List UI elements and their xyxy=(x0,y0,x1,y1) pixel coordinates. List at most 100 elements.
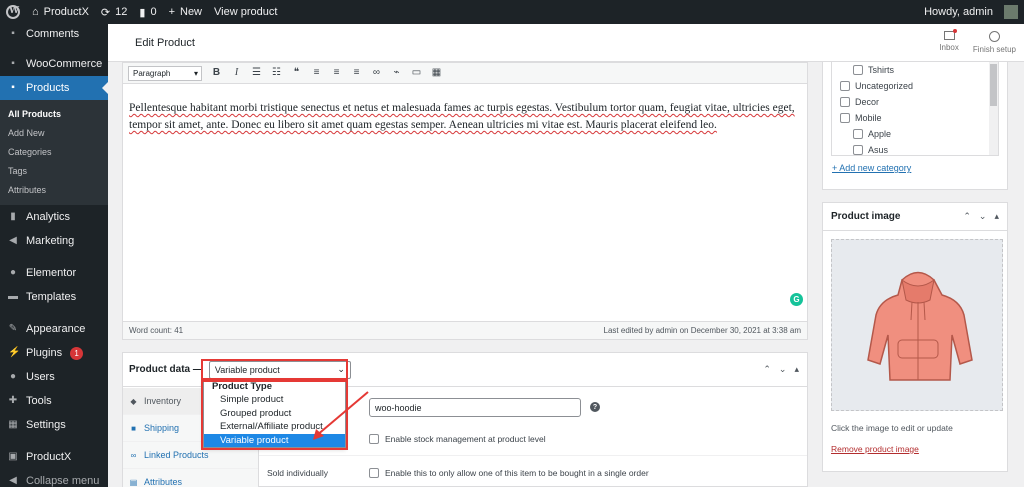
sold-individually-row: Enable this to only allow one of this it… xyxy=(369,468,649,478)
sidebar-item-tools[interactable]: ✚ Tools xyxy=(0,389,108,413)
sold-individually-checkbox[interactable] xyxy=(369,468,379,478)
remove-product-image-link[interactable]: Remove product image xyxy=(831,444,919,454)
annotation-highlight-dropdown xyxy=(201,378,348,450)
comments-icon: ▪ xyxy=(11,28,15,39)
numbered-list-icon[interactable]: ☷ xyxy=(271,68,282,78)
collapse-icon: ◀ xyxy=(9,475,17,486)
image-caption: Click the image to edit or update xyxy=(831,423,953,433)
product-data-title: Product data — xyxy=(129,364,203,375)
sidebar-item-templates[interactable]: ▬ Templates xyxy=(0,285,108,309)
submenu-all-products[interactable]: All Products xyxy=(0,104,108,123)
word-count: Word count: 41 xyxy=(129,326,184,335)
sidebar-item-plugins[interactable]: ⚡ Plugins 1 xyxy=(0,341,108,365)
marketing-icon: ◀ xyxy=(9,235,17,246)
category-item[interactable]: Uncategorized xyxy=(832,78,998,94)
sidebar-item-settings[interactable]: ▦ Settings xyxy=(0,413,108,437)
sidebar-item-elementor[interactable]: ● Elementor xyxy=(0,261,108,285)
comment-bubble-icon: ▮ xyxy=(139,6,146,19)
product-image-thumbnail[interactable] xyxy=(831,239,1003,411)
view-product-link[interactable]: View product xyxy=(208,0,283,24)
category-item[interactable]: Mobile xyxy=(832,110,998,126)
category-checkbox[interactable] xyxy=(853,145,863,155)
toggle-panel-icon[interactable]: ▴ xyxy=(794,364,799,375)
link-icon[interactable]: ∞ xyxy=(371,68,382,78)
sidebar-item-woocommerce[interactable]: ▪ WooCommerce xyxy=(0,52,108,76)
divider xyxy=(259,455,807,456)
category-item[interactable]: Decor xyxy=(832,94,998,110)
align-left-icon[interactable]: ≡ xyxy=(311,68,322,78)
sidebar-item-productx[interactable]: ▣ ProductX xyxy=(0,445,108,469)
category-checkbox[interactable] xyxy=(840,97,850,107)
grammarly-icon[interactable]: G xyxy=(790,293,803,306)
editor-toolbar: Paragraph ▾ B I ☰ ☷ ❝ ≡ ≡ ≡ ∞ ⌁ ▭ ▦ xyxy=(123,63,807,84)
last-edited-text: Last edited by admin on December 30, 202… xyxy=(603,326,801,335)
help-icon[interactable]: ? xyxy=(590,402,600,412)
templates-icon: ▬ xyxy=(8,291,18,302)
productx-icon: ▣ xyxy=(8,451,18,462)
category-item[interactable]: Tshirts xyxy=(832,62,998,78)
sidebar-item-marketing[interactable]: ◀ Marketing xyxy=(0,229,108,253)
toggle-panel-icon[interactable]: ▴ xyxy=(994,211,999,222)
sidebar-item-appearance[interactable]: ✎ Appearance xyxy=(0,317,108,341)
category-checkbox[interactable] xyxy=(840,81,850,91)
sku-input[interactable]: woo-hoodie xyxy=(369,398,581,417)
blockquote-icon[interactable]: ❝ xyxy=(291,68,302,78)
bulleted-list-icon[interactable]: ☰ xyxy=(251,68,262,78)
move-down-icon[interactable]: ⌄ xyxy=(979,211,987,222)
editor-content-area[interactable]: Pellentesque habitant morbi tristique se… xyxy=(123,84,807,322)
settings-icon: ▦ xyxy=(8,419,18,430)
wordpress-logo-button[interactable] xyxy=(0,0,26,24)
category-checkbox[interactable] xyxy=(840,113,850,123)
updates-link[interactable]: ⟳ 12 xyxy=(95,0,133,24)
stock-management-checkbox[interactable] xyxy=(369,434,379,444)
site-name-link[interactable]: ⌂ ProductX xyxy=(26,0,95,24)
sidebar-item-analytics[interactable]: ▮ Analytics xyxy=(0,205,108,229)
align-center-icon[interactable]: ≡ xyxy=(331,68,342,78)
plus-icon: + xyxy=(168,6,175,18)
hoodie-image xyxy=(867,271,973,381)
comments-link[interactable]: ▮ 0 xyxy=(133,0,162,24)
add-new-category-link[interactable]: + Add new category xyxy=(832,163,911,173)
toolbar-toggle-icon[interactable]: ▦ xyxy=(431,68,442,78)
category-checkbox[interactable] xyxy=(853,65,863,75)
bold-icon[interactable]: B xyxy=(211,68,222,78)
user-account-menu[interactable]: Howdy, admin xyxy=(918,0,1024,24)
format-select[interactable]: Paragraph ▾ xyxy=(128,65,202,81)
category-item[interactable]: Apple xyxy=(832,126,998,142)
new-content-link[interactable]: + New xyxy=(163,0,208,24)
products-icon: ▪ xyxy=(11,82,15,93)
submenu-categories[interactable]: Categories xyxy=(0,142,108,161)
collapse-menu-button[interactable]: ◀ Collapse menu xyxy=(0,469,108,487)
category-checkbox[interactable] xyxy=(853,129,863,139)
editor-statusbar: Word count: 41 Last edited by admin on D… xyxy=(123,321,807,339)
wordpress-icon xyxy=(6,5,20,19)
inbox-button[interactable]: Inbox xyxy=(939,29,959,54)
plugins-update-badge: 1 xyxy=(70,346,84,360)
finish-setup-button[interactable]: Finish setup xyxy=(973,31,1016,54)
editor-text: Pellentesque habitant morbi tristique se… xyxy=(129,102,795,131)
tab-attributes[interactable]: ▤ Attributes xyxy=(123,469,258,487)
move-up-icon[interactable]: ⌃ xyxy=(963,211,971,222)
italic-icon[interactable]: I xyxy=(231,68,242,78)
plugins-icon: ⚡ xyxy=(8,347,21,358)
admin-sidebar: ▪ Comments ▪ WooCommerce ▪ Products All Pro… xyxy=(0,24,108,487)
dropdown-arrow-icon: ▾ xyxy=(193,68,198,78)
category-item[interactable]: Asus xyxy=(832,142,998,155)
submenu-attributes[interactable]: Attributes xyxy=(0,180,108,199)
read-more-icon[interactable]: ▭ xyxy=(411,68,422,78)
move-up-icon[interactable]: ⌃ xyxy=(763,364,771,375)
sidebar-item-comments[interactable]: ▪ Comments xyxy=(0,24,108,44)
product-categories-box: Tshirts Uncategorized Decor Mobile Apple… xyxy=(822,62,1008,190)
link-icon: ∞ xyxy=(130,450,137,460)
sidebar-item-products[interactable]: ▪ Products xyxy=(0,76,108,100)
move-down-icon[interactable]: ⌄ xyxy=(779,364,787,375)
align-right-icon[interactable]: ≡ xyxy=(351,68,362,78)
scrollbar-thumb[interactable] xyxy=(990,64,997,106)
submenu-tags[interactable]: Tags xyxy=(0,161,108,180)
category-scrollbar[interactable] xyxy=(989,62,998,155)
updates-icon: ⟳ xyxy=(100,6,111,19)
submenu-add-new[interactable]: Add New xyxy=(0,123,108,142)
woocommerce-icon: ▪ xyxy=(11,58,15,69)
sidebar-item-users[interactable]: ● Users xyxy=(0,365,108,389)
unlink-icon[interactable]: ⌁ xyxy=(391,68,402,78)
